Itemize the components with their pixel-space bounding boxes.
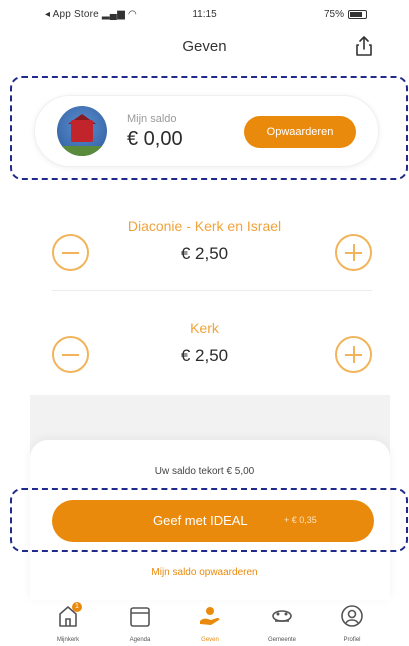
goal-name: Kerk — [190, 320, 219, 336]
increase-button[interactable] — [335, 234, 372, 271]
tab-agenda[interactable]: Agenda — [110, 602, 170, 646]
share-icon — [356, 36, 372, 56]
annotation-box-pay — [10, 488, 408, 552]
tab-label: Agenda — [129, 637, 151, 643]
tab-mijnkerk[interactable]: 1 Mijnkerk — [38, 602, 98, 646]
divider — [52, 290, 372, 291]
status-bar: ◂ App Store ▂▄▆ ◠ 11:15 75% — [0, 0, 409, 30]
goal-item: Diaconie - Kerk en Israel € 2,50 — [0, 218, 409, 298]
minus-icon — [62, 354, 79, 356]
notification-badge: 1 — [72, 602, 82, 612]
topup-link[interactable]: Mijn saldo opwaarderen — [0, 567, 409, 578]
battery-percent: 75% — [323, 9, 344, 20]
page-title: Geven — [182, 38, 227, 55]
give-hand-icon — [200, 607, 220, 625]
community-icon — [272, 610, 292, 622]
goal-name: Diaconie - Kerk en Israel — [127, 218, 282, 234]
tab-label: Gemeente — [267, 637, 297, 643]
tab-profiel[interactable]: Profiel — [322, 602, 382, 646]
tab-label: Mijnkerk — [56, 637, 80, 643]
tab-gemeente[interactable]: Gemeente — [252, 602, 312, 646]
share-button[interactable] — [352, 34, 376, 58]
balance-note: Uw saldo tekort € 5,00 — [154, 466, 255, 477]
profile-icon — [341, 605, 363, 627]
decrease-button[interactable] — [52, 336, 89, 373]
tab-label: Geven — [201, 637, 219, 643]
battery-icon — [348, 10, 367, 19]
goal-item: Kerk € 2,50 — [0, 320, 409, 400]
calendar-icon — [130, 607, 150, 627]
annotation-box-wallet — [10, 76, 408, 180]
tab-bar: 1 Mijnkerk Agenda Geven Gemeente Profiel — [30, 600, 390, 646]
tab-label: Profiel — [343, 637, 361, 643]
minus-icon — [62, 252, 79, 254]
decrease-button[interactable] — [52, 234, 89, 271]
tab-geven[interactable]: Geven — [180, 602, 240, 646]
status-right: 75% — [324, 9, 367, 20]
increase-button[interactable] — [335, 336, 372, 373]
